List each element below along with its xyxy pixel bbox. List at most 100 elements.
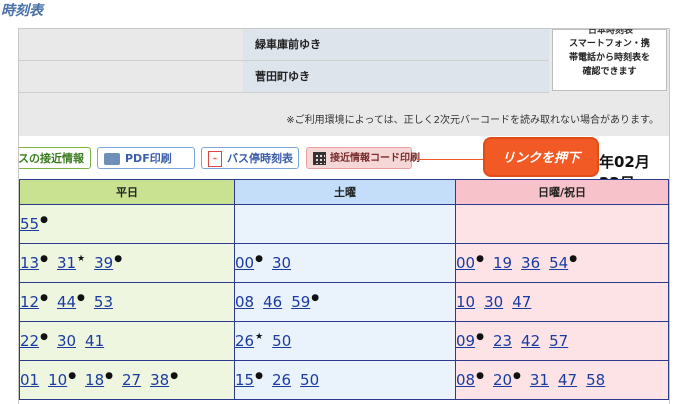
column-saturday: 土曜 <box>234 179 456 205</box>
departure-minute[interactable]: 58 <box>586 371 605 389</box>
departure-minute[interactable]: 53 <box>94 293 113 311</box>
minute-link[interactable]: 10 <box>48 371 67 389</box>
minute-link[interactable]: 54 <box>549 254 568 272</box>
dot-mark-icon: ● <box>114 254 123 264</box>
minute-link[interactable]: 36 <box>521 254 540 272</box>
minute-link[interactable]: 42 <box>521 332 540 350</box>
departure-minute[interactable]: 41 <box>85 332 104 350</box>
minute-link[interactable]: 12 <box>20 293 39 311</box>
qr-box-heading: 日本時刻表 <box>587 28 633 36</box>
minute-link[interactable]: 59 <box>291 293 310 311</box>
minute-link[interactable]: 30 <box>272 254 291 272</box>
minute-link[interactable]: 58 <box>586 371 605 389</box>
destination-row: 菅田町ゆき <box>19 61 549 93</box>
departure-minute[interactable]: 55● <box>20 215 48 233</box>
approach-code-print-button[interactable]: 接近情報コード印刷 <box>306 147 420 169</box>
departure-minute[interactable]: 12● <box>20 293 48 311</box>
departure-minute[interactable]: 08● <box>456 371 484 389</box>
minute-link[interactable]: 01 <box>20 371 39 389</box>
bus-stop-timetable-button[interactable]: ⌁ バス停時刻表 <box>201 147 299 169</box>
departure-minute[interactable]: 10 <box>456 293 475 311</box>
minute-link[interactable]: 53 <box>94 293 113 311</box>
departure-minute[interactable]: 46 <box>263 293 282 311</box>
departure-minute[interactable]: 26★ <box>235 332 263 350</box>
minute-link[interactable]: 08 <box>456 371 475 389</box>
departure-minute[interactable]: 23 <box>493 332 512 350</box>
departure-minute[interactable]: 30 <box>484 293 503 311</box>
departure-minute[interactable]: 18● <box>85 371 113 389</box>
departure-minute[interactable]: 10● <box>48 371 76 389</box>
departure-minute[interactable]: 08 <box>235 293 254 311</box>
departure-minute[interactable]: 50 <box>300 371 319 389</box>
departure-minute[interactable]: 59● <box>291 293 319 311</box>
dot-mark-icon: ● <box>40 215 48 225</box>
minute-link[interactable]: 57 <box>549 332 568 350</box>
minute-link[interactable]: 20 <box>493 371 512 389</box>
departure-minute[interactable]: 38● <box>150 371 178 389</box>
star-mark-icon: ★ <box>255 332 264 342</box>
minute-link[interactable]: 39 <box>94 254 113 272</box>
minute-link[interactable]: 46 <box>263 293 282 311</box>
departure-minute[interactable]: 47 <box>558 371 577 389</box>
departure-minute[interactable]: 47 <box>512 293 531 311</box>
departure-minute[interactable]: 31 <box>530 371 549 389</box>
departure-minute[interactable]: 09● <box>456 332 484 350</box>
departure-minute[interactable]: 39● <box>94 254 122 272</box>
departure-minute[interactable]: 30 <box>57 332 76 350</box>
minute-link[interactable]: 26 <box>235 332 254 350</box>
minute-link[interactable]: 00 <box>456 254 475 272</box>
departure-minute[interactable]: 30 <box>272 254 291 272</box>
departure-minute[interactable]: 54● <box>549 254 577 272</box>
departure-minute[interactable]: 26 <box>272 371 291 389</box>
minute-link[interactable]: 10 <box>456 293 475 311</box>
departure-minute[interactable]: 19 <box>493 254 512 272</box>
minute-link[interactable]: 23 <box>493 332 512 350</box>
minute-link[interactable]: 44 <box>57 293 76 311</box>
departure-minute[interactable]: 42 <box>521 332 540 350</box>
minute-link[interactable]: 19 <box>493 254 512 272</box>
minute-link[interactable]: 27 <box>122 371 141 389</box>
qr-line: 確認できます <box>582 67 637 77</box>
minute-link[interactable]: 00 <box>235 254 254 272</box>
minute-link[interactable]: 55 <box>20 215 39 233</box>
minute-link[interactable]: 38 <box>150 371 169 389</box>
departure-minute[interactable]: 13● <box>20 254 48 272</box>
minute-link[interactable]: 15 <box>235 371 254 389</box>
approach-info-button[interactable]: スの接近情報 <box>19 147 91 169</box>
minute-link[interactable]: 18 <box>85 371 104 389</box>
qr-code-icon <box>313 151 326 165</box>
minute-link[interactable]: 31 <box>530 371 549 389</box>
pdf-print-button[interactable]: PDF印刷 <box>97 147 195 169</box>
minute-link[interactable]: 50 <box>300 371 319 389</box>
callout-press-link: リンクを押下 <box>483 137 599 177</box>
departure-minute[interactable]: 27 <box>122 371 141 389</box>
printer-icon <box>104 153 120 165</box>
minute-link[interactable]: 47 <box>558 371 577 389</box>
minute-link[interactable]: 26 <box>272 371 291 389</box>
departure-minute[interactable]: 15● <box>235 371 263 389</box>
departure-minute[interactable]: 22● <box>20 332 48 350</box>
departure-minute[interactable]: 20● <box>493 371 521 389</box>
minute-link[interactable]: 09 <box>456 332 475 350</box>
departure-minute[interactable]: 01 <box>20 371 39 389</box>
minute-link[interactable]: 22 <box>20 332 39 350</box>
minute-link[interactable]: 13 <box>20 254 39 272</box>
timetable-cell-weekday: 22● 30 41 <box>19 321 235 361</box>
departure-minute[interactable]: 44● <box>57 293 85 311</box>
departure-minute[interactable]: 00● <box>235 254 263 272</box>
minute-link[interactable]: 30 <box>484 293 503 311</box>
timetable-cell-saturday: 00● 30 <box>234 243 456 283</box>
minute-link[interactable]: 08 <box>235 293 254 311</box>
minute-link[interactable]: 47 <box>512 293 531 311</box>
minute-link[interactable]: 50 <box>272 332 291 350</box>
departure-minute[interactable]: 36 <box>521 254 540 272</box>
timetable-cell-holiday: 10 30 47 <box>455 282 669 322</box>
departure-minute[interactable]: 50 <box>272 332 291 350</box>
departure-minute[interactable]: 00● <box>456 254 484 272</box>
departure-minute[interactable]: 57 <box>549 332 568 350</box>
minute-link[interactable]: 31 <box>57 254 76 272</box>
departure-minute[interactable]: 31★ <box>57 254 85 272</box>
qr-line: 帯電話から時刻表を <box>568 53 650 63</box>
minute-link[interactable]: 30 <box>57 332 76 350</box>
minute-link[interactable]: 41 <box>85 332 104 350</box>
